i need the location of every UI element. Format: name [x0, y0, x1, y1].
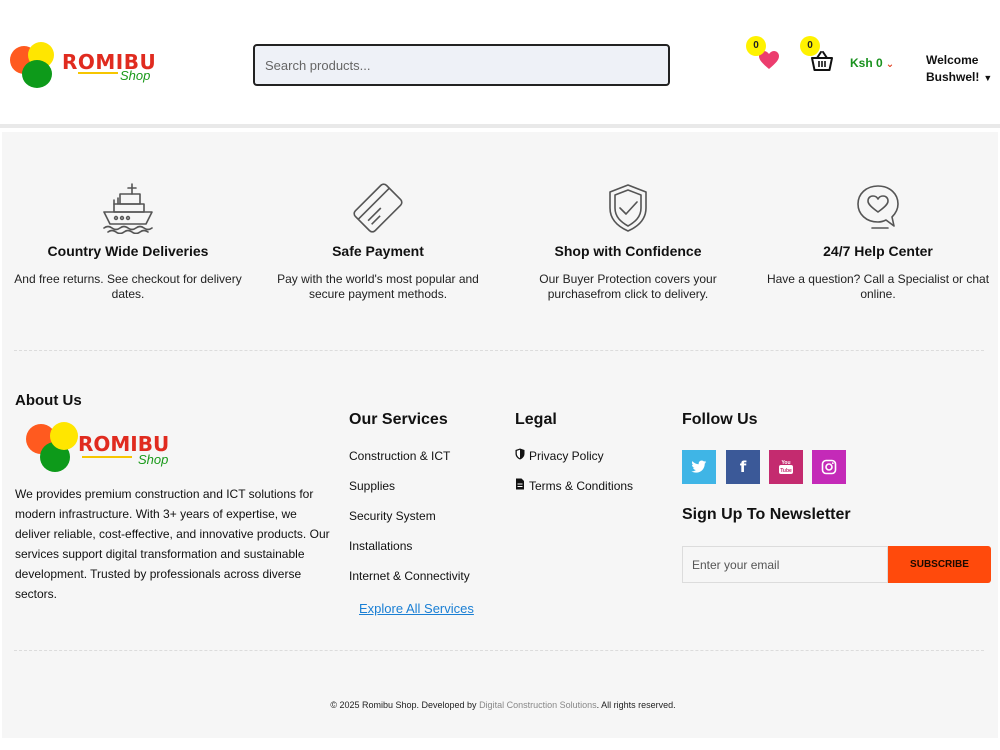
svg-text:Tube: Tube: [780, 468, 792, 474]
credit-card-icon: [353, 183, 403, 233]
service-link-installations[interactable]: Installations: [349, 531, 470, 561]
feature-title: Safe Payment: [332, 243, 424, 259]
feature-help-center: 24/7 Help Center Have a question? Call a…: [753, 182, 1000, 302]
site-logo[interactable]: ROMIBU Shop: [8, 42, 168, 88]
feature-description: And free returns. See checkout for deliv…: [14, 272, 242, 301]
search-input[interactable]: [253, 44, 670, 86]
services-heading: Our Services: [349, 411, 448, 428]
currency-total-dropdown[interactable]: Ksh 0 ⌄: [850, 56, 894, 70]
shield-check-icon: [609, 184, 647, 232]
cart-count-badge: 0: [800, 36, 820, 56]
logo-sub-text: Shop: [120, 68, 151, 83]
legal-heading: Legal: [515, 411, 557, 428]
caret-down-icon: ▼: [983, 73, 993, 83]
twitter-icon: [691, 460, 707, 473]
feature-description: Have a question? Call a Specialist or ch…: [766, 272, 990, 301]
footer-logo[interactable]: ROMIBU Shop: [24, 420, 184, 476]
youtube-button[interactable]: Tube You: [769, 450, 803, 484]
terms-conditions-link[interactable]: Terms & Conditions: [515, 471, 633, 501]
legal-list: Privacy Policy Terms & Conditions: [515, 441, 633, 501]
feature-description: Pay with the world's most popular and se…: [277, 272, 479, 301]
ship-icon: [103, 183, 153, 234]
feature-description: Our Buyer Protection covers your purchas…: [539, 272, 717, 301]
subscribe-button[interactable]: SUBSCRIBE: [888, 546, 991, 583]
feature-safe-payment: Safe Payment Pay with the world's most p…: [253, 182, 503, 302]
feature-title: Country Wide Deliveries: [47, 243, 209, 259]
document-icon: [516, 478, 524, 490]
explore-all-services-link[interactable]: Explore All Services: [359, 601, 474, 616]
section-divider: [14, 350, 984, 351]
logo-yellow-circle: [50, 422, 78, 450]
service-link-construction-ict[interactable]: Construction & ICT: [349, 441, 470, 471]
privacy-policy-link[interactable]: Privacy Policy: [515, 441, 633, 471]
facebook-icon: f: [739, 458, 747, 476]
site-header: ROMIBU Shop 0 0 Ksh 0⌄ Welcome: [0, 0, 1000, 128]
facebook-button[interactable]: f: [726, 450, 760, 484]
page: ROMIBU Shop 0 0 Ksh 0⌄ Welcome: [0, 0, 1000, 750]
account-menu[interactable]: Welcome Bushwel! ▼: [926, 52, 992, 87]
service-link-security-system[interactable]: Security System: [349, 501, 470, 531]
chevron-down-icon: ⌄: [885, 59, 895, 70]
username-label: Bushwel!: [926, 70, 980, 84]
currency-total-label: Ksh 0: [850, 56, 883, 70]
feature-title: Shop with Confidence: [554, 243, 702, 259]
copyright-line: © 2025 Romibu Shop. Developed by Digital…: [0, 700, 1000, 710]
youtube-icon: Tube You: [779, 460, 793, 474]
developer-link[interactable]: Digital Construction Solutions: [479, 700, 597, 710]
logo-green-circle: [22, 60, 52, 88]
feature-deliveries: Country Wide Deliveries And free returns…: [3, 182, 253, 302]
feature-title: 24/7 Help Center: [823, 243, 933, 259]
newsletter-heading: Sign Up To Newsletter: [682, 506, 851, 523]
logo-underline: [82, 456, 132, 458]
follow-heading: Follow Us: [682, 411, 758, 428]
feature-shop-confidence: Shop with Confidence Our Buyer Protectio…: [503, 182, 753, 302]
footer-divider: [14, 650, 984, 651]
about-heading: About Us: [15, 392, 82, 409]
terms-conditions-label: Terms & Conditions: [529, 479, 634, 493]
copyright-suffix: . All rights reserved.: [596, 700, 676, 710]
service-link-supplies[interactable]: Supplies: [349, 471, 470, 501]
service-link-internet-connectivity[interactable]: Internet & Connectivity: [349, 561, 470, 591]
instagram-icon: [821, 459, 837, 475]
services-list: Construction & ICT Supplies Security Sys…: [349, 441, 470, 591]
twitter-button[interactable]: [682, 450, 716, 484]
privacy-policy-label: Privacy Policy: [529, 449, 604, 463]
welcome-label: Welcome: [926, 53, 979, 67]
about-text: We provides premium construction and ICT…: [15, 487, 330, 601]
svg-text:You: You: [781, 460, 790, 466]
shield-icon: [515, 448, 525, 460]
wishlist-count-badge: 0: [746, 36, 766, 56]
logo-sub-text: Shop: [138, 452, 169, 467]
instagram-button[interactable]: [812, 450, 846, 484]
newsletter-email-input[interactable]: [682, 546, 888, 583]
chat-heart-icon: [857, 185, 899, 229]
copyright-prefix: © 2025 Romibu Shop. Developed by: [330, 700, 480, 710]
features-row: Country Wide Deliveries And free returns…: [0, 182, 1000, 312]
